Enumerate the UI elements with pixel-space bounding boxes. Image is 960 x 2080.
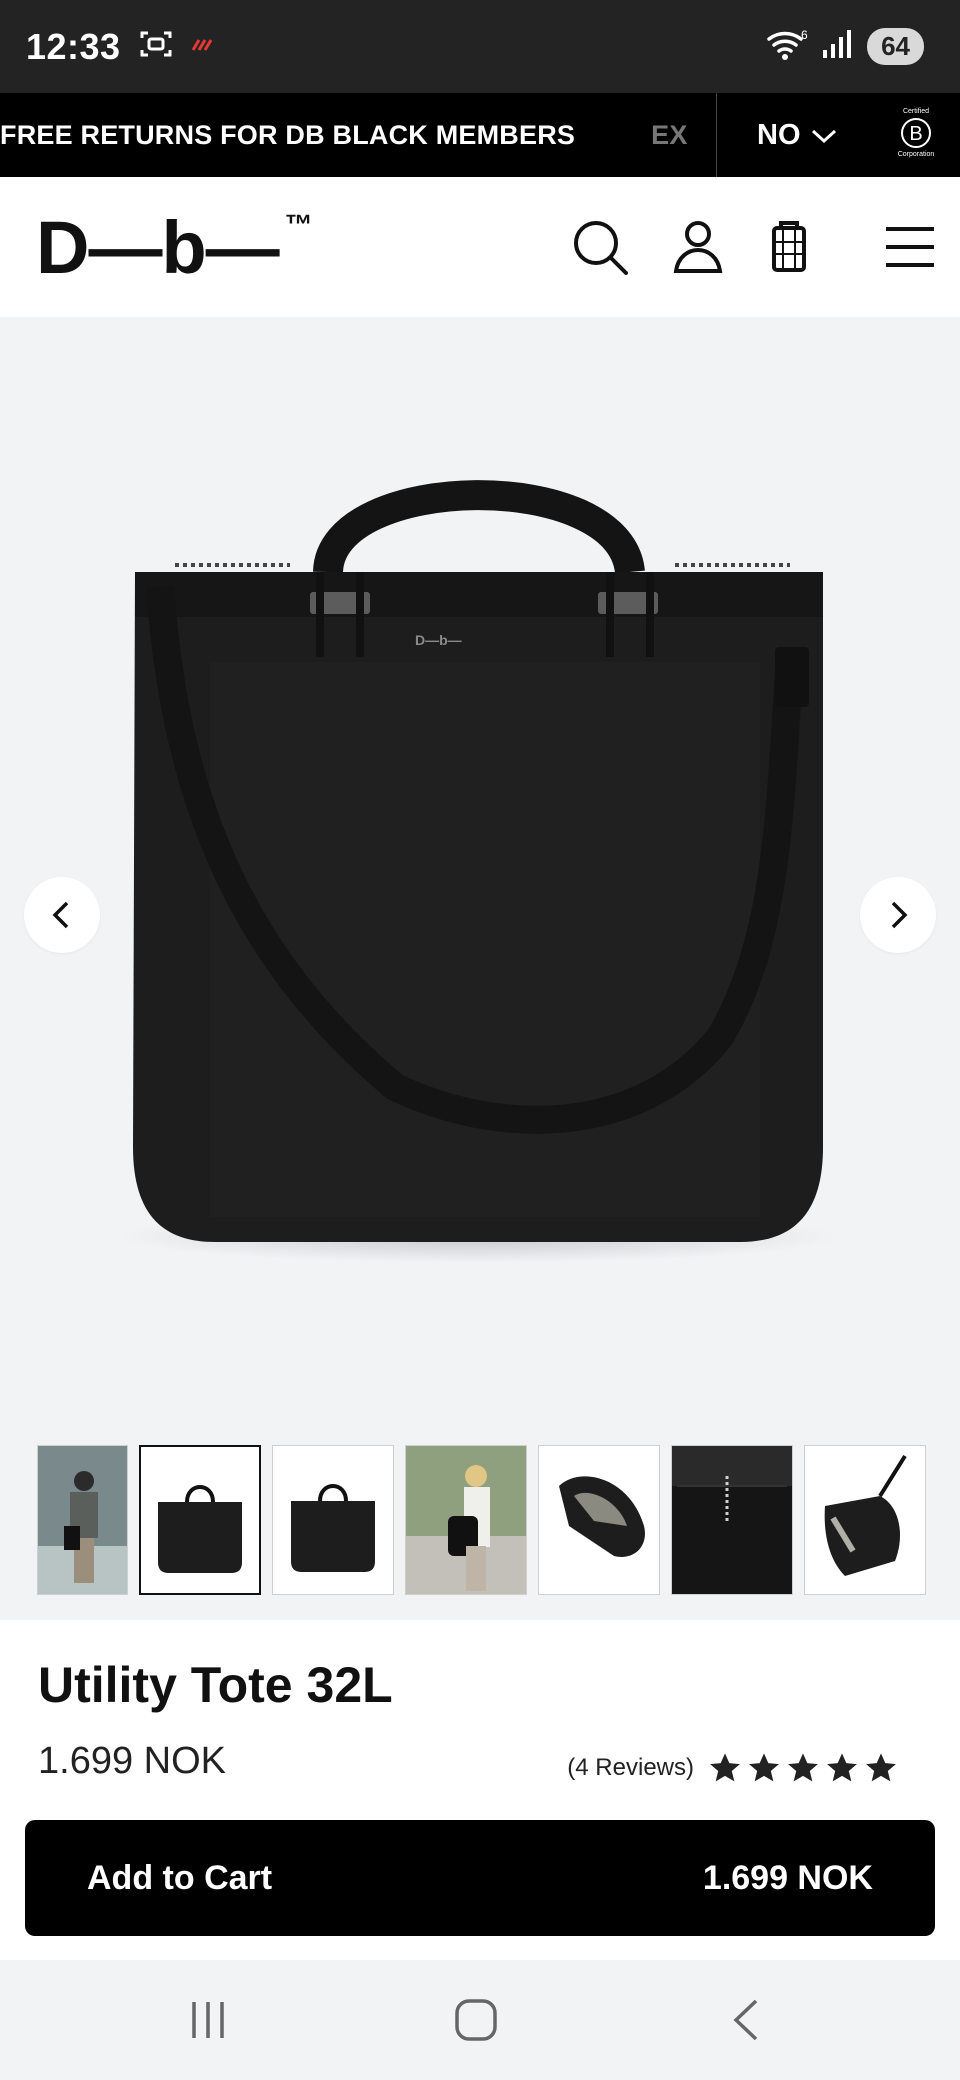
status-right: 6 64 (765, 27, 924, 66)
promo-text: FREE RETURNS FOR DB BLACK MEMBERS (0, 119, 576, 150)
thumbnail-model-front[interactable] (37, 1445, 128, 1595)
product-gallery: D—b— (0, 317, 960, 1620)
system-nav-bar (0, 1960, 960, 2080)
site-header: D—b— ™ (0, 177, 960, 317)
star-icon (749, 1753, 779, 1782)
thumbnail-strip (37, 1445, 926, 1595)
reviews-count: (4 Reviews) (567, 1754, 694, 1781)
thumbnail-lifestyle[interactable] (405, 1445, 527, 1595)
cart-button[interactable] (757, 215, 821, 279)
product-price: 1.699 NOK (38, 1740, 226, 1782)
thumbnail-bag-front[interactable] (139, 1445, 261, 1595)
gallery-next-button[interactable] (860, 877, 936, 953)
search-button[interactable] (568, 215, 632, 279)
bag-print-text: D—b— (415, 632, 462, 648)
account-button[interactable] (666, 215, 730, 279)
product-hero-image[interactable]: D—b— (0, 317, 960, 1417)
bcorp-icon: B (901, 118, 931, 148)
status-bar: 12:33 6 64 (0, 0, 960, 93)
back-icon (733, 1999, 758, 2041)
recent-apps-icon (192, 2002, 224, 2038)
header-icons (0, 215, 960, 279)
wifi-icon: 6 (765, 27, 809, 66)
thumbnail-bag-detail[interactable] (671, 1445, 793, 1595)
bcorp-corporation-text: Corporation (897, 151, 935, 158)
add-to-cart-button[interactable]: Add to Cart 1.699 NOK (25, 1820, 935, 1936)
bag-icon (772, 221, 806, 272)
search-icon (574, 221, 628, 275)
signal-icon (821, 28, 855, 65)
recent-apps-button[interactable] (178, 1990, 238, 2050)
status-left: 12:33 (26, 26, 217, 68)
hamburger-menu-icon (886, 227, 934, 267)
chevron-left-icon (52, 901, 69, 929)
product-info: Utility Tote 32L 1.699 NOK (4 Reviews) A… (0, 1620, 960, 1960)
thumbnail-bag-strap[interactable] (804, 1445, 926, 1595)
svg-text:6: 6 (801, 28, 808, 42)
bcorp-certified-text: Certified (902, 108, 930, 115)
star-rating (708, 1752, 898, 1784)
promo-next-text: EX (651, 119, 688, 150)
app-notification-icon (191, 34, 217, 59)
svg-text:B: B (909, 123, 922, 145)
user-icon (673, 221, 723, 273)
product-title: Utility Tote 32L (38, 1657, 393, 1713)
screenshot-icon (139, 29, 173, 64)
add-to-cart-price: 1.699 NOK (702, 1858, 873, 1897)
app-root: 12:33 6 64 FREE RETURNS FOR DB BLACK MEM… (0, 0, 960, 2080)
promo-bar: FREE RETURNS FOR DB BLACK MEMBERS EX NO … (0, 93, 960, 177)
reviews-summary[interactable]: (4 Reviews) (567, 1752, 898, 1784)
chevron-down-icon (811, 119, 837, 152)
gallery-prev-button[interactable] (24, 877, 100, 953)
star-icon (866, 1753, 896, 1782)
status-time: 12:33 (26, 25, 121, 67)
battery-indicator: 64 (867, 28, 924, 65)
country-selector[interactable]: NO (757, 119, 837, 152)
add-to-cart-label: Add to Cart (87, 1858, 273, 1897)
tote-bag-image: D—b— (118, 480, 838, 1263)
bcorp-badge: Certified B Corporation (896, 107, 936, 163)
star-icon (710, 1753, 740, 1782)
menu-button[interactable] (878, 215, 942, 279)
back-button[interactable] (716, 1990, 776, 2050)
thumbnail-bag-open[interactable] (538, 1445, 660, 1595)
chevron-right-icon (891, 901, 908, 929)
star-icon (788, 1753, 818, 1782)
star-icon (827, 1753, 857, 1782)
thumbnail-bag-back[interactable] (272, 1445, 394, 1595)
promo-ticker[interactable]: FREE RETURNS FOR DB BLACK MEMBERS EX (0, 93, 717, 177)
country-label: NO (757, 118, 801, 151)
home-icon (455, 1999, 497, 2041)
home-button[interactable] (446, 1990, 506, 2050)
